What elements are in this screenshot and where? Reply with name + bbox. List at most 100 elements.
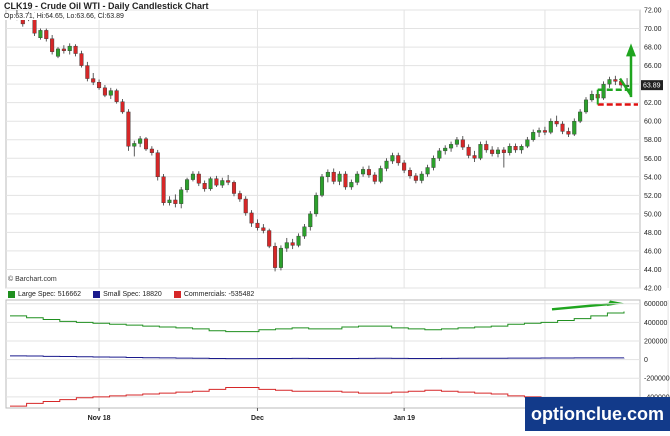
candle-up	[478, 141, 483, 161]
candle-body	[325, 171, 330, 178]
candle-down	[542, 126, 547, 136]
candle-body	[85, 65, 90, 79]
candle-down	[402, 160, 407, 174]
candle-body	[390, 155, 395, 162]
candle-body	[243, 198, 248, 214]
candle-body	[589, 94, 594, 101]
candle-body	[566, 131, 571, 135]
candle-body	[138, 138, 143, 144]
candle-down	[343, 171, 348, 190]
chart-window: 42.00 44.00 46.00 48.00 50.00 52.00 54.00 56.00…	[0, 0, 670, 431]
candle-up	[185, 177, 190, 193]
candle-up	[519, 144, 524, 154]
cot-tick-label: 200000	[644, 338, 667, 345]
price-tick-label: 54.00	[644, 174, 662, 181]
x-tick-label: Nov 18	[88, 415, 111, 422]
legend-label: Commercials: -535482	[183, 291, 255, 298]
candle-body	[337, 173, 342, 182]
candle-body	[155, 152, 160, 177]
candle-down	[126, 109, 131, 151]
candle-down	[202, 180, 207, 192]
price-tick-label: 46.00	[644, 248, 662, 255]
candle-down	[466, 144, 471, 159]
candle-down	[331, 168, 336, 185]
x-tick-label: Jan 19	[393, 415, 415, 422]
candle-up	[361, 166, 366, 177]
candle-down	[273, 242, 278, 272]
legend-swatch	[93, 291, 101, 298]
candle-up	[443, 145, 448, 155]
candle-down	[91, 73, 96, 86]
candle-body	[319, 176, 325, 196]
candle-up	[337, 171, 342, 186]
candle-up	[583, 97, 589, 114]
candle-body	[613, 79, 618, 82]
trend-arrow-shaft	[551, 302, 613, 311]
candle-up	[589, 90, 594, 102]
candle-up	[378, 165, 383, 184]
candle-body	[495, 149, 501, 154]
candle-down	[155, 149, 160, 181]
candle-down	[114, 88, 119, 104]
candle-up	[108, 87, 113, 99]
candle-body	[519, 146, 524, 151]
cot-lines	[10, 311, 625, 410]
candle-up	[384, 158, 389, 172]
candle-body	[578, 111, 583, 122]
candle-body	[431, 158, 436, 168]
candle-down	[85, 61, 90, 82]
candle-up	[437, 148, 442, 162]
candle-body	[507, 146, 512, 153]
candle-body	[384, 160, 389, 169]
candle-down	[44, 28, 49, 42]
candle-body	[55, 48, 61, 57]
legend-large-spec: Large Spec: 516662	[8, 291, 81, 298]
candle-up	[454, 136, 459, 148]
price-tick-label: 70.00	[644, 26, 662, 33]
candle-body	[355, 173, 360, 183]
candle-up	[507, 143, 512, 156]
candle-body	[202, 183, 207, 190]
candle-body	[302, 226, 307, 237]
candle-body	[443, 147, 448, 152]
cot-series-line	[10, 355, 625, 360]
candle-body	[132, 143, 137, 147]
candle-down	[73, 44, 78, 57]
candle-down	[560, 121, 565, 135]
chart-title: CLK19 - Crude Oil WTI - Daily Candlestic…	[4, 1, 209, 11]
cot-series-line	[10, 311, 625, 333]
candle-body	[601, 83, 606, 99]
candle-up	[325, 169, 330, 183]
candle-up	[319, 174, 325, 198]
price-tick-label: 66.00	[644, 63, 662, 70]
candle-body	[437, 150, 442, 159]
candle-down	[120, 98, 125, 114]
candle-up	[531, 129, 536, 142]
candle-body	[460, 139, 465, 148]
candle-down	[102, 85, 107, 98]
candle-body	[296, 235, 301, 246]
candle-body	[67, 45, 72, 51]
price-tick-label: 60.00	[644, 119, 662, 126]
candle-down	[513, 143, 518, 153]
candle-up	[55, 47, 61, 59]
candle-up	[284, 237, 289, 252]
candle-body	[267, 230, 272, 247]
candle-body	[38, 30, 43, 39]
candle-body	[290, 242, 295, 246]
candle-body	[366, 169, 371, 176]
candle-body	[190, 173, 195, 180]
price-tick-label: 44.00	[644, 267, 662, 274]
chart-canvas: 42.00 44.00 46.00 48.00 50.00 52.00 54.00 56.00…	[5, 8, 670, 422]
candle-body	[349, 182, 354, 188]
candle-down	[490, 146, 495, 157]
candle-body	[284, 242, 289, 249]
candle-body	[396, 155, 401, 164]
candle-body	[143, 138, 149, 150]
candle-body	[50, 38, 55, 52]
legend-swatch	[173, 291, 181, 298]
price-grid	[5, 9, 669, 408]
candle-up	[138, 136, 143, 148]
candle-body	[607, 79, 612, 85]
candle-body	[73, 45, 78, 54]
